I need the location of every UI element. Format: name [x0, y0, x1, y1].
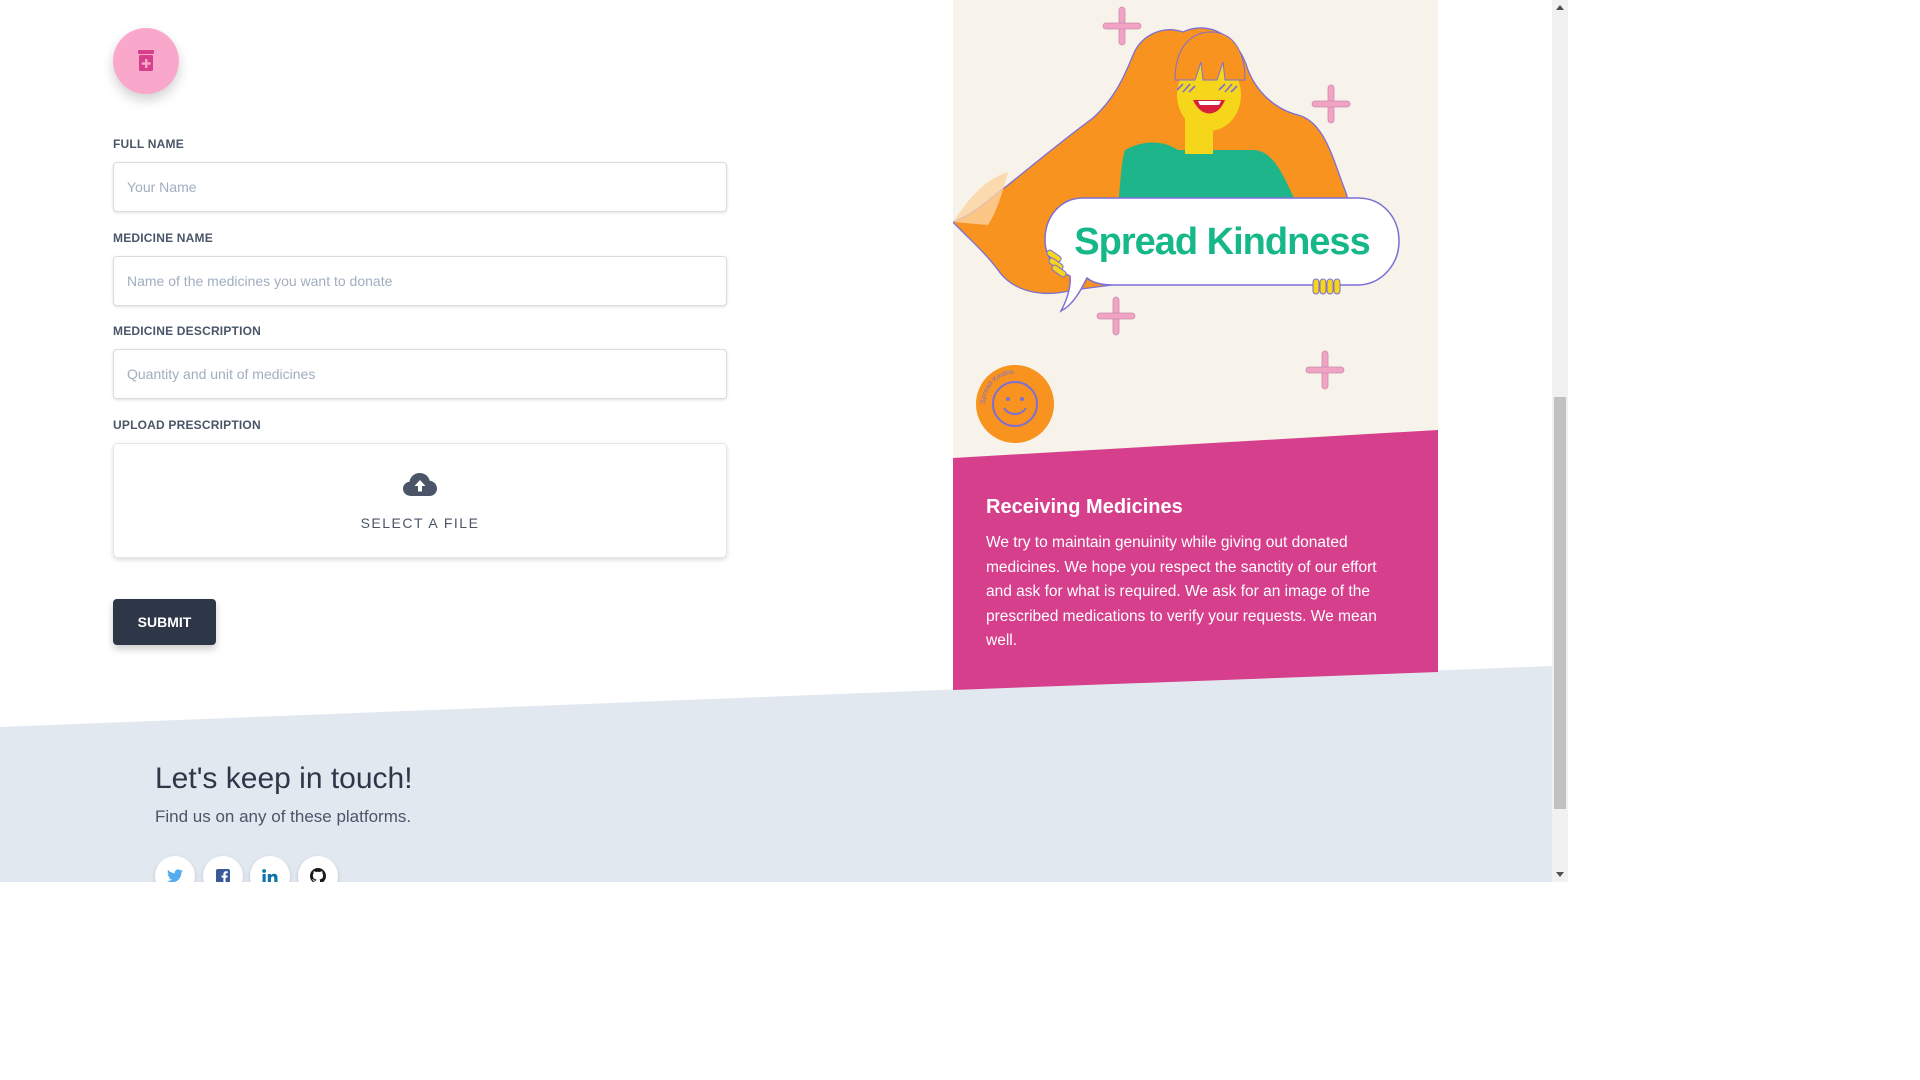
github-button[interactable] [298, 856, 338, 882]
spread-kindness-text: Spread Kindness [1074, 221, 1369, 263]
linkedin-icon [262, 868, 278, 882]
medicine-name-label: MEDICINE NAME [113, 231, 213, 245]
cloud-upload-icon [403, 472, 437, 503]
card-description: We try to maintain genuinity while givin… [986, 534, 1377, 649]
scroll-up-arrow-icon[interactable] [1556, 5, 1564, 10]
select-file-label: SELECT A FILE [360, 515, 480, 531]
full-name-label: FULL NAME [113, 137, 184, 151]
card-title: Receiving Medicines [986, 496, 1183, 518]
medicine-description-label: MEDICINE DESCRIPTION [113, 324, 262, 338]
info-card: Spread Kindness Spread Kindne Receiving … [953, 0, 1438, 690]
scrollbar-thumb[interactable] [1554, 397, 1566, 809]
vertical-scrollbar[interactable] [1552, 0, 1568, 882]
medicine-name-input[interactable] [113, 256, 727, 306]
medicine-description-input[interactable] [113, 349, 727, 399]
facebook-icon [216, 869, 230, 882]
footer-subtitle: Find us on any of these platforms. [155, 807, 412, 826]
github-icon [310, 868, 326, 882]
submit-button[interactable]: SUBMIT [113, 599, 216, 645]
facebook-button[interactable] [203, 856, 243, 882]
twitter-button[interactable] [155, 856, 195, 882]
footer-title: Let's keep in touch! [155, 762, 413, 795]
linkedin-button[interactable] [250, 856, 290, 882]
scroll-down-arrow-icon[interactable] [1556, 872, 1564, 877]
page: FULL NAME MEDICINE NAME MEDICINE DESCRIP… [0, 0, 1552, 882]
twitter-icon [167, 869, 183, 882]
medicine-bottle-icon [113, 28, 179, 94]
file-upload-dropzone[interactable]: SELECT A FILE [113, 443, 727, 558]
full-name-input[interactable] [113, 162, 727, 212]
upload-prescription-label: UPLOAD PRESCRIPTION [113, 418, 261, 432]
